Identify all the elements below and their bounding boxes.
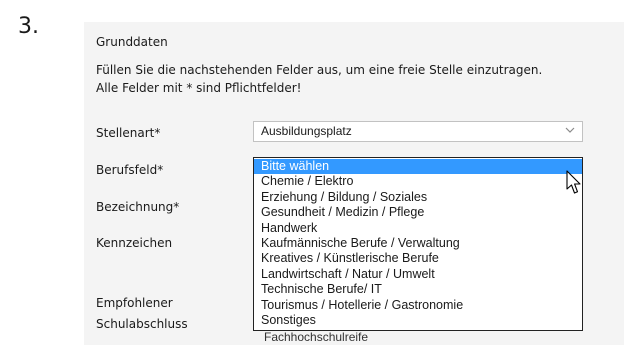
berufsfeld-dropdown-list[interactable]: Bitte wählen Chemie / Elektro Erziehung …: [253, 157, 583, 331]
kennzeichen-label: Kennzeichen: [96, 236, 173, 250]
berufsfeld-option[interactable]: Technische Berufe/ IT: [254, 282, 582, 297]
intro-line-1: Füllen Sie die nachstehenden Felder aus,…: [96, 63, 543, 77]
berufsfeld-option[interactable]: Landwirtschaft / Natur / Umwelt: [254, 267, 582, 282]
schulabschluss-label-line-2: Schulabschluss: [96, 317, 188, 331]
berufsfeld-option[interactable]: Erziehung / Bildung / Soziales: [254, 190, 582, 205]
stellenart-select[interactable]: Ausbildungsplatz: [253, 121, 583, 142]
mouse-pointer-icon: [566, 170, 581, 194]
berufsfeld-option[interactable]: Sonstiges: [254, 313, 582, 328]
berufsfeld-option[interactable]: Gesundheit / Medizin / Pflege: [254, 205, 582, 220]
step-number: 3.: [18, 14, 39, 39]
schulabschluss-option-partial: Fachhochschulreife: [264, 330, 369, 344]
berufsfeld-label: Berufsfeld*: [96, 163, 164, 177]
section-title: Grunddaten: [96, 35, 168, 49]
berufsfeld-option[interactable]: Chemie / Elektro: [254, 174, 582, 189]
berufsfeld-option[interactable]: Kaufmännische Berufe / Verwaltung: [254, 236, 582, 251]
stellenart-label: Stellenart*: [96, 126, 161, 140]
berufsfeld-option[interactable]: Bitte wählen: [254, 159, 582, 175]
intro-line-2: Alle Felder mit * sind Pflichtfelder!: [96, 81, 302, 95]
chevron-down-icon: [565, 127, 575, 133]
berufsfeld-option[interactable]: Tourismus / Hotellerie / Gastronomie: [254, 298, 582, 313]
schulabschluss-label-line-1: Empfohlener: [96, 296, 173, 310]
schulabschluss-label: Empfohlener Schulabschluss: [96, 293, 188, 335]
form-intro: Füllen Sie die nachstehenden Felder aus,…: [96, 61, 542, 97]
berufsfeld-option[interactable]: Kreatives / Künstlerische Berufe: [254, 251, 582, 266]
berufsfeld-option[interactable]: Handwerk: [254, 221, 582, 236]
bezeichnung-label: Bezeichnung*: [96, 200, 180, 214]
stellenart-select-value: Ausbildungsplatz: [261, 124, 352, 138]
